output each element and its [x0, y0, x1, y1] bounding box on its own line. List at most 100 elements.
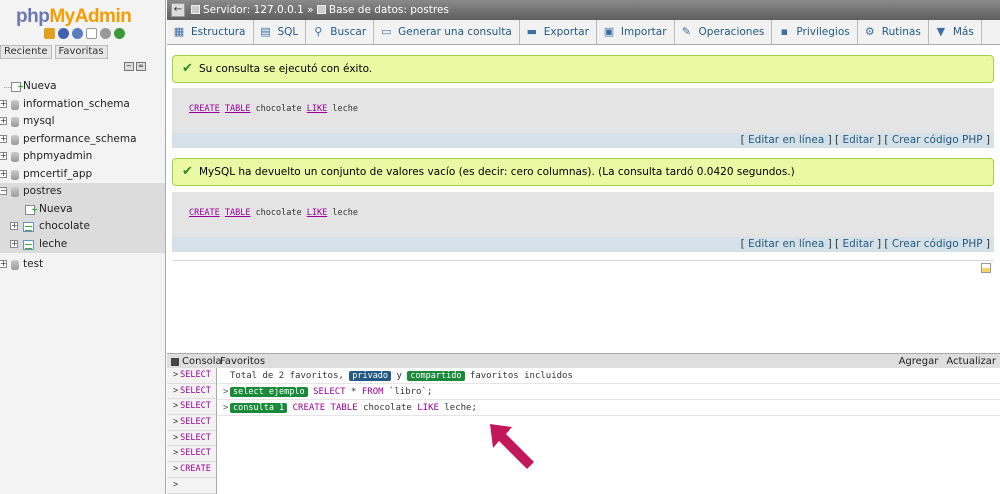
- main-tabs: ▦ Estructura ▤ SQL ⚲ Buscar ▭ Generar una co…: [167, 20, 1000, 45]
- database-icon: [11, 187, 19, 197]
- favorite-label: select ejemplo: [230, 387, 308, 397]
- console-icon: [171, 357, 179, 366]
- routines-icon: ⚙: [864, 25, 875, 38]
- sql-icon: ▤: [260, 25, 271, 38]
- sql-query-box[interactable]: CREATE TABLE chocolate LIKE leche: [172, 192, 994, 237]
- check-icon: ✔: [182, 61, 193, 76]
- favorite-query[interactable]: > select ejemplo SELECT * FROM `libro`;: [218, 384, 1000, 400]
- print-icon[interactable]: [981, 263, 991, 273]
- database-icon: [11, 152, 19, 162]
- collapse-icon[interactable]: −: [0, 187, 7, 195]
- new-table-icon: [25, 201, 38, 218]
- expand-icon[interactable]: +: [10, 239, 18, 248]
- database-icon: [11, 99, 19, 110]
- history-item[interactable]: > CREATE: [167, 462, 216, 478]
- tab-estructura[interactable]: ▦ Estructura: [167, 20, 254, 44]
- console-input[interactable]: >: [167, 478, 216, 494]
- table-icon: [23, 222, 34, 232]
- expand-icon[interactable]: +: [10, 222, 18, 230]
- database-icon: [316, 5, 326, 14]
- help-icon[interactable]: [72, 28, 83, 39]
- edit-link[interactable]: Editar: [843, 238, 874, 250]
- check-icon: ✔: [182, 164, 193, 179]
- history-item[interactable]: > SELECT: [167, 368, 216, 384]
- expand-icon[interactable]: +: [0, 152, 7, 160]
- link-icon[interactable]: ∞: [136, 62, 146, 71]
- edit-inline-link[interactable]: Editar en línea: [748, 134, 824, 146]
- private-badge: privado: [349, 371, 392, 381]
- sql-query-box[interactable]: CREATE TABLE chocolate LIKE leche: [172, 88, 994, 133]
- tab-mas[interactable]: ▼ Más: [929, 20, 982, 44]
- breadcrumb-server[interactable]: Servidor: 127.0.0.1: [203, 4, 304, 16]
- query-links: [ Editar en línea ] [ Editar ] [ Crear c…: [172, 133, 994, 148]
- tree-item-new[interactable]: Nueva: [0, 78, 165, 96]
- expand-icon[interactable]: +: [0, 260, 7, 268]
- phpmyadmin-logo[interactable]: phpMyAdmin: [0, 0, 165, 27]
- history-item[interactable]: > SELECT: [167, 415, 216, 431]
- favorites-tab[interactable]: Favoritos: [220, 354, 265, 369]
- recent-tab[interactable]: Reciente: [0, 45, 52, 59]
- favorites-tab[interactable]: Favoritas: [54, 45, 108, 59]
- history-item[interactable]: > SELECT: [167, 384, 216, 400]
- tab-rutinas[interactable]: ⚙ Rutinas: [858, 20, 929, 44]
- tree-item-test[interactable]: + test: [0, 256, 165, 274]
- refresh-button[interactable]: Actualizar: [946, 354, 996, 369]
- favorites-summary: Total de 2 favoritos, privado y comparti…: [218, 368, 1000, 384]
- selected-database-group: − postres Nueva + chocolate + leche: [0, 183, 165, 253]
- tree-item-chocolate[interactable]: + chocolate: [0, 218, 165, 236]
- expand-icon[interactable]: +: [0, 99, 7, 108]
- wrench-icon: ✎: [681, 25, 692, 38]
- add-button[interactable]: Agregar: [899, 354, 939, 369]
- table-icon: [23, 239, 34, 250]
- tree-item-phpmyadmin[interactable]: + phpmyadmin: [0, 148, 165, 166]
- tree-item-leche[interactable]: + leche: [0, 236, 165, 254]
- tree-item-mysql[interactable]: + mysql: [0, 113, 165, 131]
- back-arrow-icon[interactable]: ←: [171, 3, 185, 17]
- console-actions: Agregar Actualizar: [899, 354, 996, 369]
- expand-icon[interactable]: +: [0, 169, 7, 178]
- logout-icon[interactable]: [58, 28, 69, 39]
- tree-line: [4, 87, 11, 88]
- tab-privilegios[interactable]: ▪ Privilegios: [772, 20, 858, 44]
- tab-buscar[interactable]: ⚲ Buscar: [306, 20, 375, 44]
- favorite-query[interactable]: > consulta 1 CREATE TABLE chocolate LIKE…: [218, 400, 1000, 416]
- more-icon: ▼: [936, 25, 946, 38]
- tab-exportar[interactable]: ▬ Exportar: [520, 20, 597, 44]
- breadcrumb-database[interactable]: Base de datos: postres: [329, 4, 449, 16]
- expand-icon[interactable]: +: [0, 117, 7, 125]
- home-icon[interactable]: [44, 28, 55, 39]
- edit-link[interactable]: Editar: [843, 134, 874, 146]
- breadcrumb: Servidor: 127.0.0.1 » Base de datos: pos…: [191, 0, 449, 20]
- gear-icon[interactable]: [100, 28, 111, 39]
- tree-item-performance-schema[interactable]: + performance_schema: [0, 131, 165, 149]
- tab-sql[interactable]: ▤ SQL: [254, 20, 307, 44]
- tab-importar[interactable]: ▣ Importar: [597, 20, 675, 44]
- navigation-sidebar: phpMyAdmin Reciente Favoritas − ∞ Nueva …: [0, 0, 166, 494]
- tree-item-new-table[interactable]: Nueva: [0, 201, 165, 219]
- tree-item-postres[interactable]: − postres: [0, 183, 165, 201]
- create-php-code-link[interactable]: Crear código PHP: [892, 238, 983, 250]
- tree-item-pmcertif-app[interactable]: + pmcertif_app: [0, 166, 165, 184]
- new-db-icon: [11, 78, 24, 95]
- server-icon: [191, 5, 200, 14]
- create-php-code-link[interactable]: Crear código PHP: [892, 134, 983, 146]
- reload-icon[interactable]: [114, 28, 125, 39]
- database-icon: [11, 134, 19, 145]
- divider: [172, 260, 994, 261]
- query-links: [ Editar en línea ] [ Editar ] [ Crear c…: [172, 237, 994, 252]
- history-item[interactable]: > SELECT: [167, 431, 216, 447]
- database-icon: [11, 117, 19, 127]
- history-item[interactable]: > SELECT: [167, 399, 216, 416]
- history-item[interactable]: > SELECT: [167, 446, 216, 463]
- tree-item-information-schema[interactable]: + information_schema: [0, 96, 165, 114]
- console-tab[interactable]: Consola: [171, 354, 222, 369]
- docs-icon[interactable]: [86, 28, 97, 39]
- pointer-arrow-icon: [490, 424, 534, 469]
- collapse-all-icon[interactable]: −: [124, 62, 134, 71]
- expand-icon[interactable]: +: [0, 134, 7, 143]
- tab-operaciones[interactable]: ✎ Operaciones: [675, 20, 773, 44]
- success-message: ✔ MySQL ha devuelto un conjunto de valor…: [172, 158, 994, 186]
- favorites-panel: Total de 2 favoritos, privado y comparti…: [218, 368, 1000, 494]
- tab-generar-consulta[interactable]: ▭ Generar una consulta: [374, 20, 520, 44]
- edit-inline-link[interactable]: Editar en línea: [748, 238, 824, 250]
